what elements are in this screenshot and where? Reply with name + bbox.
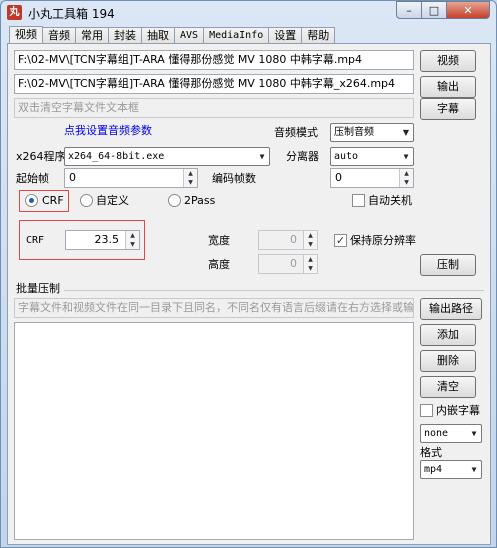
window-controls: – □ ✕ <box>396 1 490 19</box>
chevron-down-icon: ▼ <box>402 128 410 137</box>
batch-hint-field[interactable]: 字幕文件和视频文件在同一目录下且同名，不同名仅有语言后缀请在右方选择或输入 <box>14 298 414 318</box>
spin-arrows-icon[interactable]: ▲ ▼ <box>303 255 317 273</box>
crf-value: 23.5 <box>94 233 120 246</box>
subtitle-language-select[interactable]: none ▼ <box>420 424 482 443</box>
custom-radio-label: 自定义 <box>96 194 129 207</box>
width-label: 宽度 <box>208 234 230 247</box>
batch-divider <box>64 290 484 291</box>
keep-resolution-checkbox[interactable]: ✓ <box>334 234 347 247</box>
auto-shutdown-label: 自动关机 <box>368 194 412 207</box>
encode-frames-spinner[interactable]: 0 ▲ ▼ <box>330 168 414 188</box>
spin-arrows-icon[interactable]: ▲ ▼ <box>125 231 139 249</box>
twopass-radio-label: 2Pass <box>184 194 216 207</box>
tab-avs[interactable]: AVS <box>174 27 205 44</box>
start-frame-spinner[interactable]: 0 ▲ ▼ <box>64 168 198 188</box>
tab-settings[interactable]: 设置 <box>268 27 303 44</box>
window-title: 小丸工具箱 194 <box>28 7 115 21</box>
add-button[interactable]: 添加 <box>420 324 476 346</box>
x264-label: x264程序 <box>16 150 66 163</box>
encode-frames-value: 0 <box>335 171 342 184</box>
width-spinner[interactable]: 0 ▲ ▼ <box>258 230 318 250</box>
tab-audio[interactable]: 音频 <box>42 27 76 44</box>
chevron-down-icon: ▼ <box>259 152 265 161</box>
crf-value-spinner[interactable]: 23.5 ▲ ▼ <box>65 230 140 250</box>
tab-help[interactable]: 帮助 <box>301 27 336 44</box>
tab-extract[interactable]: 抽取 <box>141 27 175 44</box>
width-value: 0 <box>290 233 297 246</box>
spin-arrows-icon[interactable]: ▲ ▼ <box>183 169 197 187</box>
compress-button[interactable]: 压制 <box>420 254 476 276</box>
close-icon[interactable]: ✕ <box>447 1 490 19</box>
spin-arrows-icon[interactable]: ▲ ▼ <box>399 169 413 187</box>
tab-mux[interactable]: 封装 <box>108 27 142 44</box>
embed-subtitle-checkbox[interactable] <box>420 404 433 417</box>
spin-arrows-icon[interactable]: ▲ ▼ <box>303 231 317 249</box>
start-frame-label: 起始帧 <box>16 172 49 185</box>
x264-value: x264_64-8bit.exe <box>68 151 165 162</box>
audio-mode-select[interactable]: 压制音频 ▼ <box>330 123 414 142</box>
tab-mediainfo[interactable]: MediaInfo <box>203 27 270 44</box>
tab-common[interactable]: 常用 <box>75 27 109 44</box>
delete-button[interactable]: 删除 <box>420 350 476 372</box>
chevron-down-icon: ▼ <box>403 152 409 161</box>
encode-frames-label: 编码帧数 <box>212 172 256 185</box>
video-button[interactable]: 视频 <box>420 50 476 72</box>
format-label: 格式 <box>420 446 442 459</box>
clear-button[interactable]: 清空 <box>420 376 476 398</box>
splitter-label: 分离器 <box>286 150 319 163</box>
subtitle-field[interactable]: 双击清空字幕文件文本框 <box>14 98 414 118</box>
title-bar: 丸 小丸工具箱 194 – □ ✕ <box>1 1 496 23</box>
crf-radio[interactable] <box>25 194 38 207</box>
app-logo-icon: 丸 <box>7 5 22 20</box>
embed-subtitle-label: 内嵌字幕 <box>436 404 480 417</box>
video-tab-panel: F:\02-MV\[TCN字幕组]T-ARA 懂得那份感觉 MV 1080 中韩… <box>7 43 491 545</box>
x264-select[interactable]: x264_64-8bit.exe ▼ <box>64 147 270 166</box>
height-label: 高度 <box>208 258 230 271</box>
subtitle-button[interactable]: 字幕 <box>420 98 476 120</box>
minimize-icon[interactable]: – <box>396 1 422 19</box>
auto-shutdown-checkbox[interactable] <box>352 194 365 207</box>
output-path-button[interactable]: 输出路径 <box>420 298 482 320</box>
output-button[interactable]: 输出 <box>420 76 476 98</box>
custom-radio[interactable] <box>80 194 93 207</box>
subtitle-language-value: none <box>424 428 449 439</box>
app-window: 丸 小丸工具箱 194 – □ ✕ 视频 音频 常用 封装 抽取 AVS Med… <box>0 0 497 548</box>
maximize-icon[interactable]: □ <box>422 1 447 19</box>
start-frame-value: 0 <box>69 171 76 184</box>
height-spinner[interactable]: 0 ▲ ▼ <box>258 254 318 274</box>
audio-settings-link[interactable]: 点我设置音频参数 <box>64 124 152 138</box>
audio-mode-label: 音频模式 <box>274 126 318 139</box>
chevron-down-icon: ▼ <box>471 465 477 474</box>
tab-bar: 视频 音频 常用 封装 抽取 AVS MediaInfo 设置 帮助 <box>9 26 336 44</box>
output-video-field[interactable]: F:\02-MV\[TCN字幕组]T-ARA 懂得那份感觉 MV 1080 中韩… <box>14 74 414 94</box>
height-value: 0 <box>290 257 297 270</box>
format-select[interactable]: mp4 ▼ <box>420 460 482 479</box>
audio-mode-value: 压制音频 <box>334 127 374 138</box>
splitter-value: auto <box>334 151 359 162</box>
input-video-field[interactable]: F:\02-MV\[TCN字幕组]T-ARA 懂得那份感觉 MV 1080 中韩… <box>14 50 414 70</box>
crf-value-label: CRF <box>26 235 45 246</box>
chevron-down-icon: ▼ <box>471 429 477 438</box>
batch-file-list[interactable] <box>14 322 414 540</box>
batch-section-title: 批量压制 <box>16 282 60 295</box>
tab-video[interactable]: 视频 <box>9 26 43 44</box>
splitter-select[interactable]: auto ▼ <box>330 147 414 166</box>
crf-radio-label: CRF <box>42 194 64 207</box>
keep-resolution-label: 保持原分辨率 <box>350 234 416 247</box>
twopass-radio[interactable] <box>168 194 181 207</box>
format-value: mp4 <box>424 464 443 475</box>
